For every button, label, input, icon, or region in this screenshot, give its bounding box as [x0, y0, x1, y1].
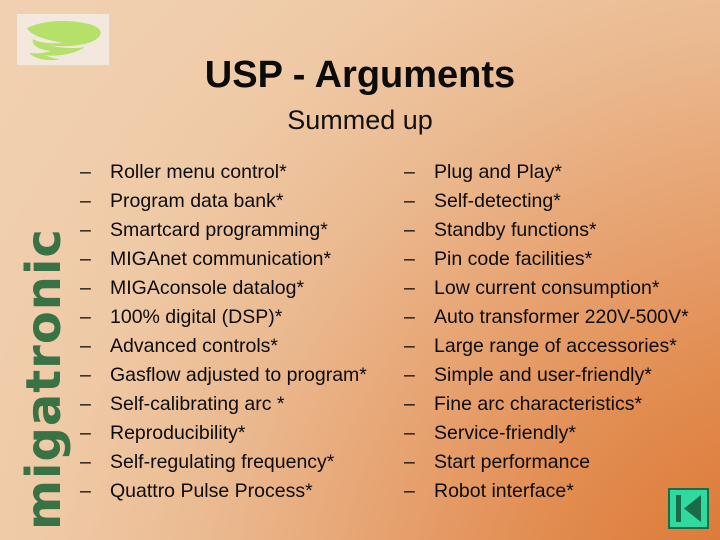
bullet-item-label: Gasflow adjusted to program* [110, 364, 367, 386]
bullet-dash-marker: – [80, 393, 91, 415]
presentation-slide: migatronic USP - Arguments Summed up – Ro… [0, 0, 720, 540]
bullet-item: – Simple and user-friendly* [404, 364, 720, 393]
bullet-item: – Fine arc characteristics* [404, 393, 720, 422]
bullet-item-label: Low current consumption* [434, 277, 660, 299]
bullet-dash-marker: – [80, 335, 91, 357]
bullet-item: – Plug and Play* [404, 161, 720, 190]
bullet-item: – Quattro Pulse Process* [80, 480, 410, 509]
bullet-item: – Auto transformer 220V-500V* [404, 306, 720, 335]
bullet-dash-marker: – [404, 277, 415, 299]
bullet-item: – Reproducibility* [80, 422, 410, 451]
brand-wordmark-vertical: migatronic [16, 190, 72, 530]
bullet-item-label: Self-detecting* [434, 190, 561, 212]
bullet-item-label: Start performance [434, 451, 591, 473]
bullet-item-label: Plug and Play* [434, 161, 562, 183]
bullet-item-label: MIGAconsole datalog* [110, 277, 305, 299]
bullet-item: – Low current consumption* [404, 277, 720, 306]
bullet-item-label: Smartcard programming* [110, 219, 328, 241]
bullet-item-label: Pin code facilities* [434, 248, 593, 270]
bullet-item-label: Quattro Pulse Process* [110, 480, 313, 502]
bullet-dash-marker: – [80, 190, 91, 212]
bullet-dash-marker: – [404, 480, 415, 502]
brand-wordmark-text: migatronic [16, 228, 72, 530]
bullet-item: – Service-friendly* [404, 422, 720, 451]
bullet-column-left: – Roller menu control* – Program data bank*… [80, 161, 410, 509]
skip-to-start-icon [676, 495, 701, 522]
bullet-item: – Gasflow adjusted to program* [80, 364, 410, 393]
bullet-dash-marker: – [404, 161, 415, 183]
bullet-dash-marker: – [404, 422, 415, 444]
bullet-dash-marker: – [80, 422, 91, 444]
bullet-dash-marker: – [80, 219, 91, 241]
bullet-item: – Self-calibrating arc * [80, 393, 410, 422]
bullet-item: – Self-detecting* [404, 190, 720, 219]
bullet-dash-marker: – [404, 219, 415, 241]
bullet-dash-marker: – [80, 248, 91, 270]
bullet-item: – MIGAconsole datalog* [80, 277, 410, 306]
bullet-item: – Advanced controls* [80, 335, 410, 364]
bullet-dash-marker: – [404, 451, 415, 473]
bullet-item-label: Self-regulating frequency* [110, 451, 335, 473]
bullet-item: – Large range of accessories* [404, 335, 720, 364]
bullet-dash-marker: – [404, 190, 415, 212]
bullet-item: – Roller menu control* [80, 161, 410, 190]
bullet-item: – Smartcard programming* [80, 219, 410, 248]
bullet-dash-marker: – [404, 393, 415, 415]
bullet-dash-marker: – [80, 306, 91, 328]
bullet-item: –100% digital (DSP)* [80, 306, 410, 335]
bullet-item-label: Reproducibility* [110, 422, 246, 444]
bullet-item: – MIGAnet communication* [80, 248, 410, 277]
bullet-item-label: Fine arc characteristics* [434, 393, 643, 415]
bullet-item-label: Large range of accessories* [434, 335, 677, 357]
bullet-dash-marker: – [80, 480, 91, 502]
bullet-item-label: Auto transformer 220V-500V* [434, 306, 689, 328]
bullet-item-label: Roller menu control* [110, 161, 287, 183]
bullet-item-label: Advanced controls* [110, 335, 279, 357]
bullet-item: – Self-regulating frequency* [80, 451, 410, 480]
bullet-item: – Start performance [404, 451, 720, 480]
bullet-item: – Pin code facilities* [404, 248, 720, 277]
bullet-item-label: MIGAnet communication* [110, 248, 332, 270]
slide-subtitle: Summed up [287, 105, 433, 135]
bullet-dash-marker: – [404, 335, 415, 357]
bullet-dash-marker: – [80, 161, 91, 183]
bullet-dash-marker: – [404, 248, 415, 270]
bullet-dash-marker: – [404, 306, 415, 328]
bullet-dash-marker: – [404, 364, 415, 386]
bullet-item: – Program data bank* [80, 190, 410, 219]
bullet-item-label: Self-calibrating arc * [110, 393, 285, 415]
slide-title: USP - Arguments [204, 54, 516, 96]
bullet-dash-marker: – [80, 277, 91, 299]
bullet-item-label: Program data bank* [110, 190, 284, 212]
bullet-item: – Standby functions* [404, 219, 720, 248]
bullet-dash-marker: – [80, 451, 91, 473]
bullet-item-label: Simple and user-friendly* [434, 364, 652, 386]
bullet-item-label: Service-friendly* [434, 422, 576, 444]
bullet-item-label: Standby functions* [434, 219, 597, 241]
bullet-item-label: 100% digital (DSP)* [110, 306, 283, 328]
bullet-column-right: – Plug and Play* – Self-detecting* – Standby … [404, 161, 720, 509]
previous-slide-button[interactable] [668, 488, 709, 529]
bullet-dash-marker: – [80, 364, 91, 386]
